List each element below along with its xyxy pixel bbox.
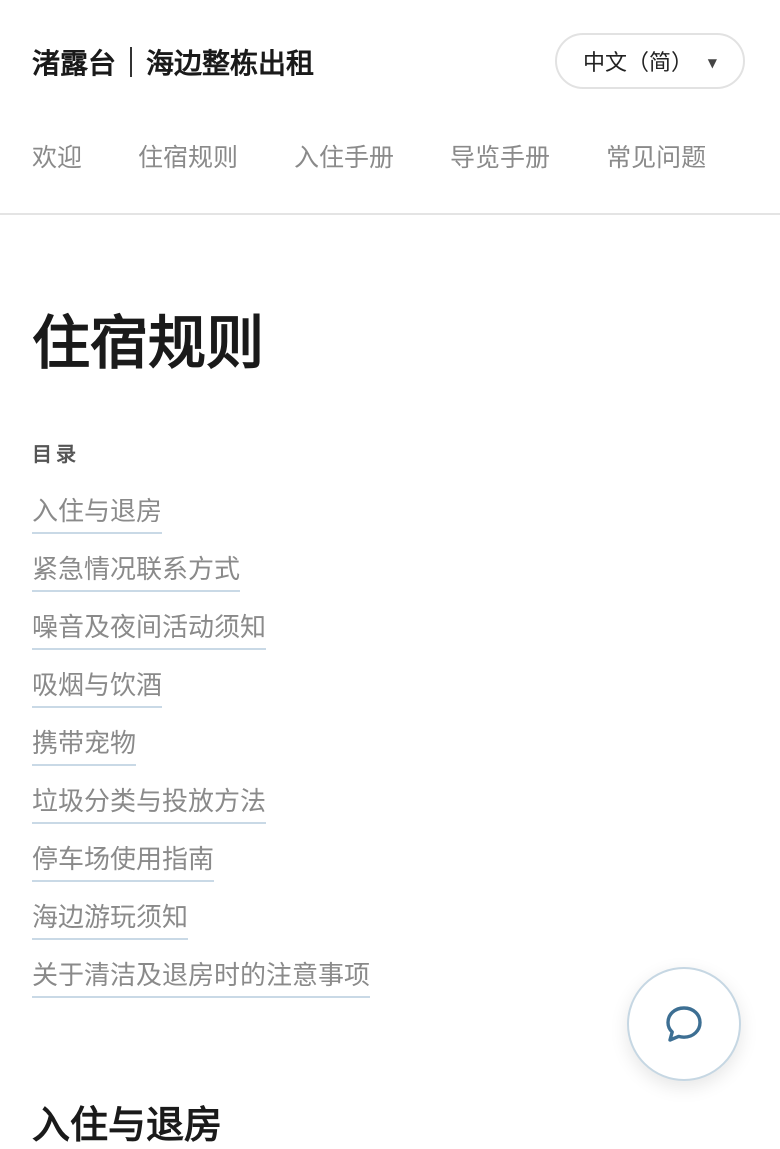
section-title-checkin-checkout: 入住与退房 (32, 1103, 223, 1147)
header-divider (0, 213, 780, 215)
toc-link-smoking-drinking[interactable]: 吸烟与饮酒 (32, 668, 163, 708)
brand-name: 渚露台 (32, 47, 117, 80)
toc-link-emergency-contact[interactable]: 紧急情况联系方式 (32, 552, 241, 592)
toc-link-parking[interactable]: 停车场使用指南 (32, 842, 215, 882)
toc-item: 携带宠物 (32, 726, 370, 784)
toc-item: 关于清洁及退房时的注意事项 (32, 958, 371, 1016)
toc-link-beach[interactable]: 海边游玩须知 (32, 900, 189, 940)
toc-link-noise-night[interactable]: 噪音及夜间活动须知 (32, 610, 267, 650)
caret-down-icon: ▼ (707, 56, 717, 70)
site-header: 渚露台 海边整栋出租 中文（简） ▼ (0, 0, 780, 120)
nav-item-house-rules[interactable]: 住宿规则 (138, 138, 238, 182)
brand-separator (130, 47, 133, 77)
table-of-contents: 入住与退房 紧急情况联系方式 噪音及夜间活动须知 吸烟与饮酒 携带宠物 垃圾分类… (32, 494, 371, 1016)
page-title: 住宿规则 (32, 309, 265, 377)
toc-link-cleaning[interactable]: 关于清洁及退房时的注意事项 (32, 958, 371, 998)
brand-tagline: 海边整栋出租 (146, 47, 315, 80)
language-select[interactable]: 中文（简） ▼ (555, 33, 745, 89)
toc-item: 紧急情况联系方式 (32, 552, 370, 610)
chat-bubble-icon (666, 1006, 702, 1042)
toc-link-checkin-checkout[interactable]: 入住与退房 (32, 494, 163, 534)
nav-item-tour-guide[interactable]: 导览手册 (450, 138, 550, 182)
nav-item-faq[interactable]: 常见问题 (606, 138, 706, 182)
toc-link-garbage[interactable]: 垃圾分类与投放方法 (32, 784, 267, 824)
toc-label: 目录 (32, 442, 80, 466)
nav-item-checkin-guide[interactable]: 入住手册 (294, 138, 394, 182)
language-selected-value: 中文（简） (583, 51, 694, 76)
toc-item: 入住与退房 (32, 494, 370, 552)
main-nav: 欢迎 住宿规则 入住手册 导览手册 常见问题 (32, 138, 772, 182)
toc-item: 海边游玩须知 (32, 900, 370, 958)
toc-item: 吸烟与饮酒 (32, 668, 370, 726)
brand[interactable]: 渚露台 海边整栋出租 (32, 42, 314, 82)
toc-link-pets[interactable]: 携带宠物 (32, 726, 137, 766)
toc-item: 垃圾分类与投放方法 (32, 784, 370, 842)
nav-item-welcome[interactable]: 欢迎 (32, 138, 82, 182)
chat-button[interactable] (627, 967, 741, 1081)
toc-item: 停车场使用指南 (32, 842, 370, 900)
toc-item: 噪音及夜间活动须知 (32, 610, 370, 668)
